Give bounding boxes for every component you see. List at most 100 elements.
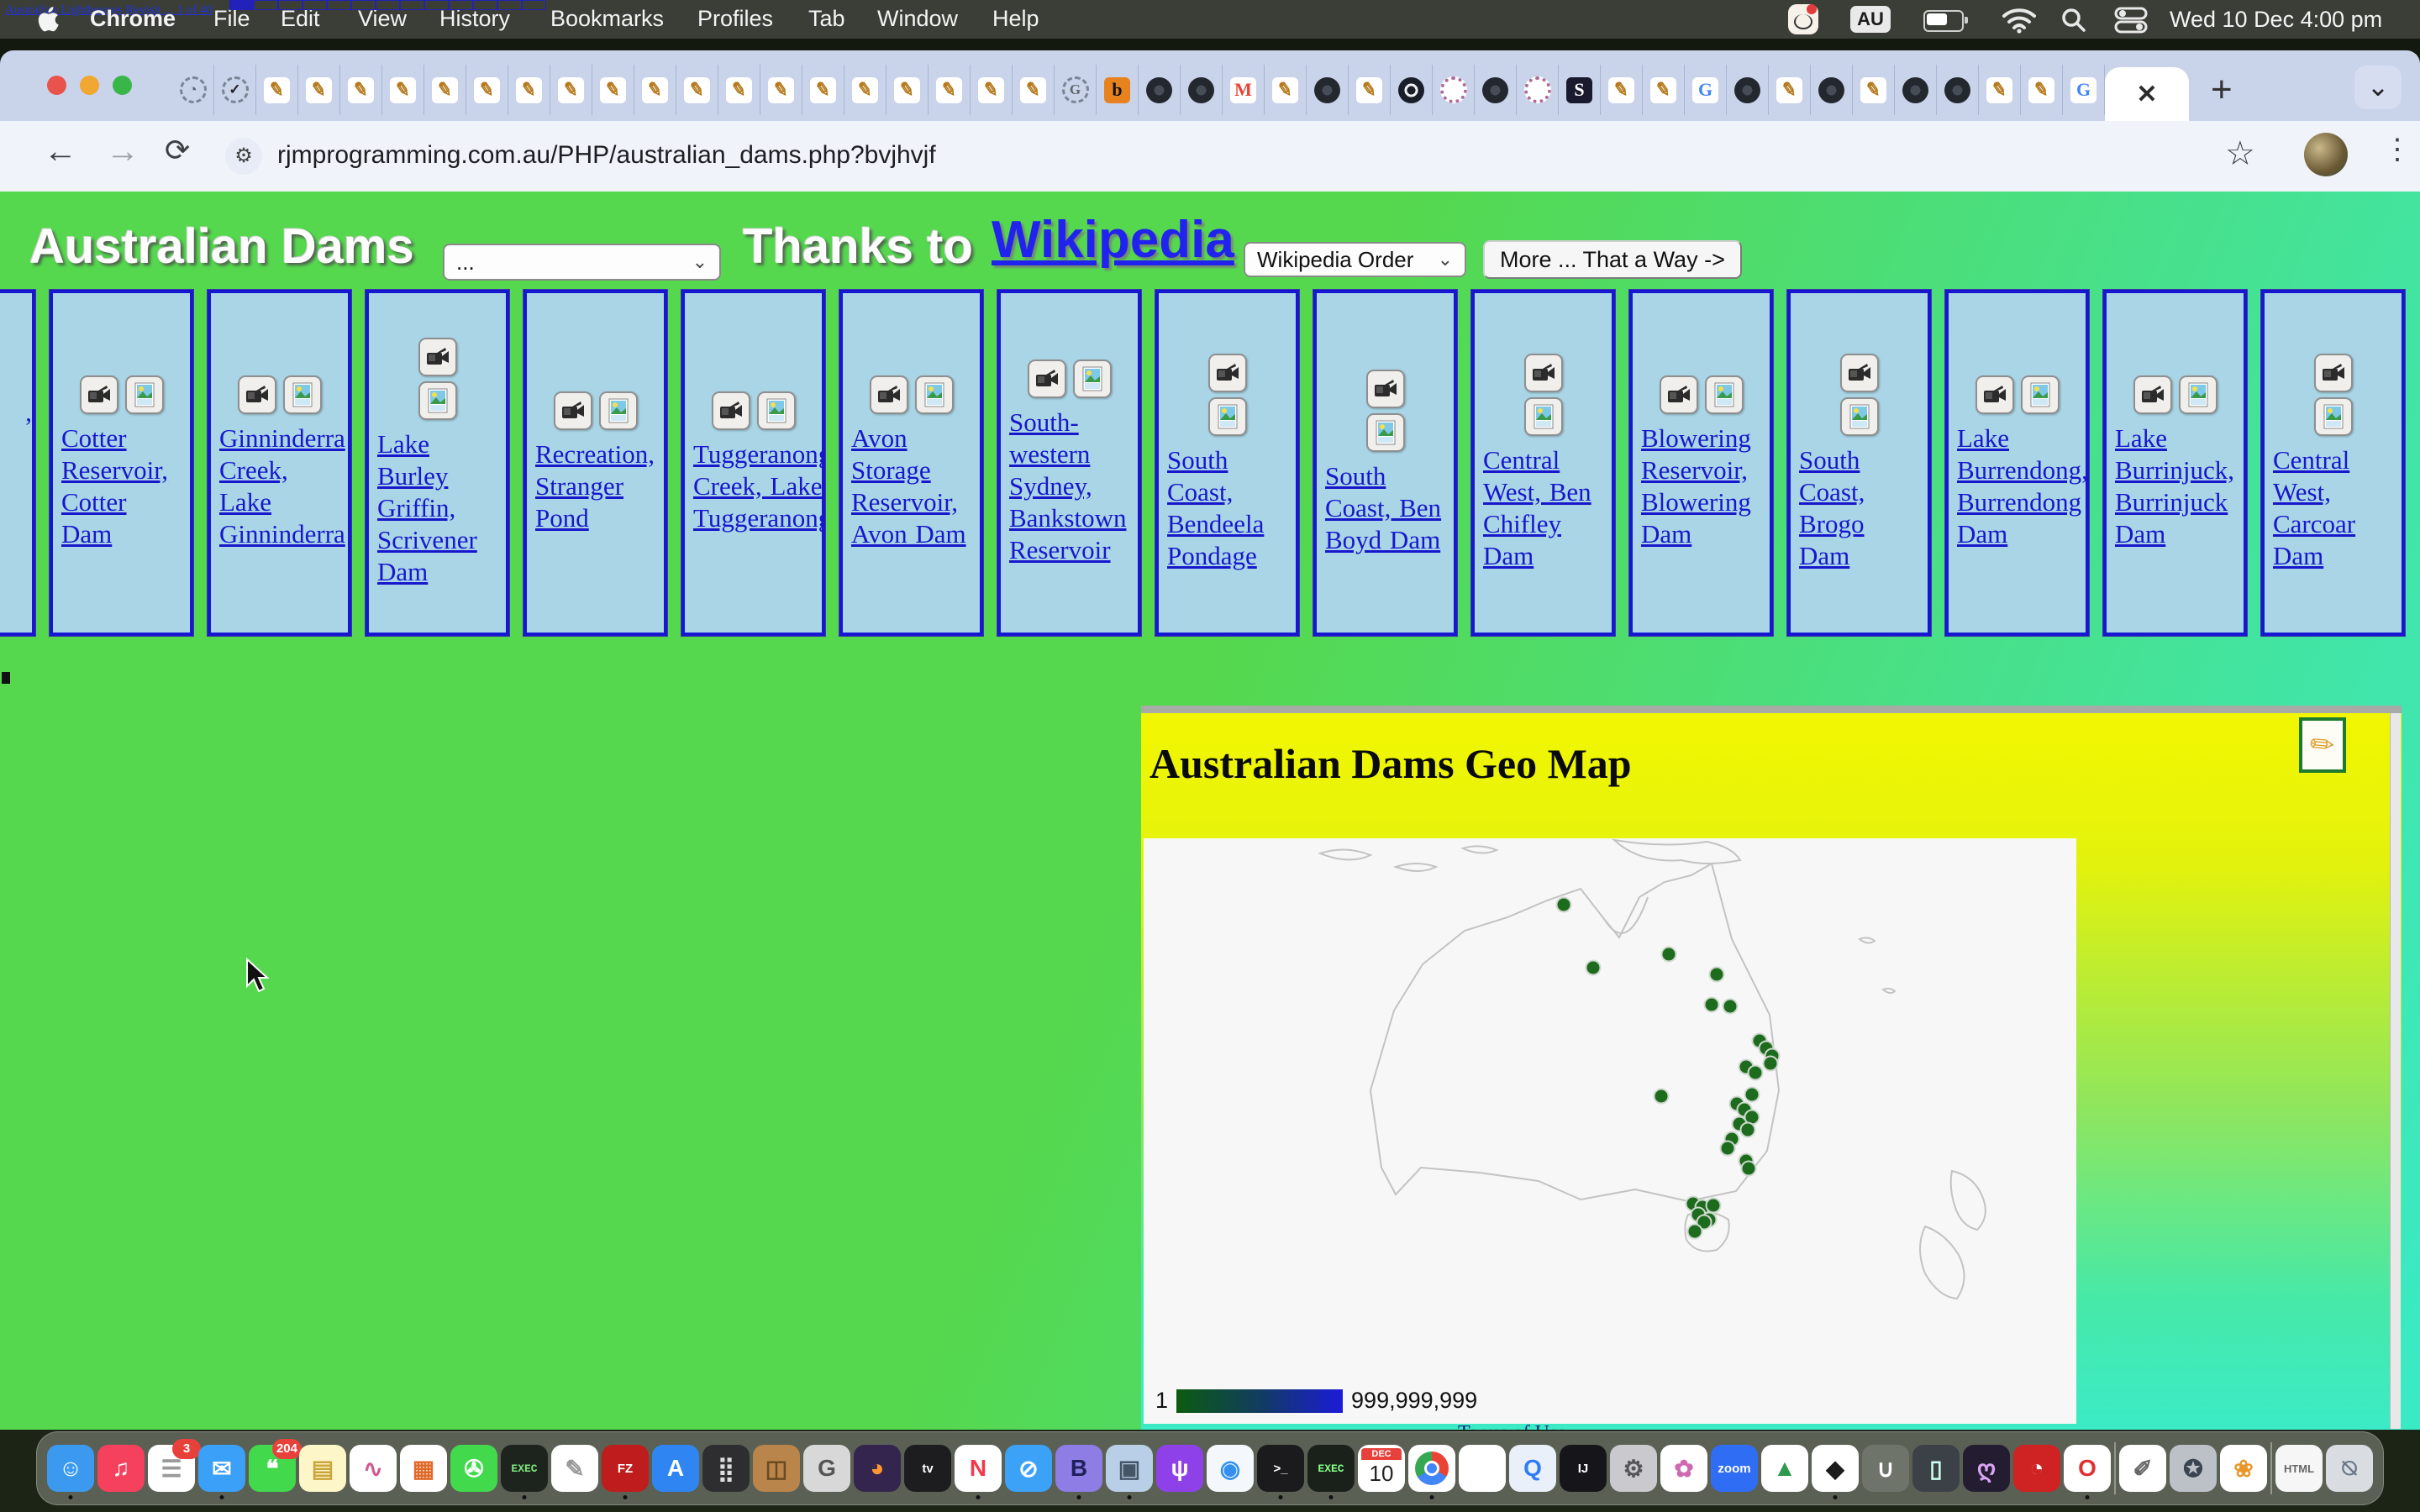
tab-google[interactable]: G xyxy=(2063,65,2105,115)
movie-camera-icon-button[interactable] xyxy=(238,375,276,414)
tab-pencil[interactable]: ✎ xyxy=(298,65,340,115)
dock-freeform[interactable]: ∿ xyxy=(350,1445,397,1492)
dock-settings[interactable]: ⚙ xyxy=(1610,1445,1657,1492)
tab-pencil[interactable]: ✎ xyxy=(2021,65,2063,115)
dock-intellij[interactable]: IJ xyxy=(1560,1445,1607,1492)
picture-icon-button[interactable] xyxy=(1840,397,1879,436)
picture-icon-button[interactable] xyxy=(1073,360,1112,398)
dam-link[interactable]: South Coast, Brogo Dam xyxy=(1791,444,1928,571)
dock-textedit[interactable]: ✎ xyxy=(551,1445,598,1492)
picture-icon-button[interactable] xyxy=(418,381,457,420)
dock-inkscape[interactable]: ◆ xyxy=(1812,1445,1859,1492)
dam-geo-dot[interactable] xyxy=(1741,1161,1757,1177)
dam-link[interactable]: Cotter Reservoir, Cotter Dam xyxy=(53,423,190,549)
dock-reminders[interactable]: ☰3 xyxy=(148,1445,195,1492)
dam-link[interactable]: Ginninderra Creek, Lake Ginninderra xyxy=(211,423,351,549)
picture-icon-button[interactable] xyxy=(2314,397,2353,436)
dam-geo-dot[interactable] xyxy=(1748,1064,1764,1080)
movie-camera-icon-button[interactable] xyxy=(1366,370,1405,408)
tab-pencil[interactable]: ✎ xyxy=(1769,65,1811,115)
dock-blank-file[interactable] xyxy=(1459,1445,1506,1492)
tab-dots[interactable] xyxy=(1433,65,1475,115)
tab-pencil[interactable]: ✎ xyxy=(424,65,466,115)
movie-camera-icon-button[interactable] xyxy=(1028,360,1066,398)
picture-icon-button[interactable] xyxy=(915,375,954,414)
dam-link[interactable]: Central West, Carcoar Dam xyxy=(2265,444,2402,571)
tab-dots[interactable] xyxy=(1517,65,1559,115)
map-panel-scrollbar[interactable] xyxy=(2390,713,2401,1429)
reload-button[interactable]: ⟳ xyxy=(165,133,190,168)
movie-camera-icon-button[interactable] xyxy=(2314,354,2353,392)
profile-avatar[interactable] xyxy=(2304,133,2348,176)
dock-podcasts[interactable]: ψ xyxy=(1156,1445,1203,1492)
input-source-badge[interactable]: AU xyxy=(1850,6,1891,33)
dock-facetime[interactable]: ✇ xyxy=(450,1445,497,1492)
picture-icon-button[interactable] xyxy=(125,375,164,414)
dam-geo-dot[interactable] xyxy=(1762,1056,1778,1072)
tab-pencil[interactable]: ✎ xyxy=(760,65,802,115)
dock-speedometer-app[interactable]: ◔ xyxy=(2013,1445,2060,1492)
tab-chrome-dark[interactable] xyxy=(1475,65,1517,115)
picture-icon-button[interactable] xyxy=(1705,375,1744,414)
search-icon[interactable] xyxy=(2060,7,2087,34)
dock-preview[interactable]: ▣ xyxy=(1106,1445,1153,1492)
dock-exec-terminal-2[interactable]: EXEC xyxy=(1307,1445,1355,1492)
dock-trash[interactable]: ⍉ xyxy=(2326,1445,2373,1492)
tab-pencil[interactable]: ✎ xyxy=(256,65,298,115)
window-minimize-button[interactable] xyxy=(80,76,99,95)
dam-geo-dot[interactable] xyxy=(1723,999,1739,1015)
dock-news[interactable]: N xyxy=(955,1445,1002,1492)
window-zoom-button[interactable] xyxy=(113,76,132,95)
tab-pencil[interactable]: ✎ xyxy=(1265,65,1307,115)
window-close-button[interactable] xyxy=(47,76,66,95)
address-bar-url[interactable]: rjmprogramming.com.au/PHP/australian_dam… xyxy=(277,141,936,170)
dock-music[interactable]: ♫ xyxy=(97,1445,145,1492)
movie-camera-icon-button[interactable] xyxy=(1524,354,1563,392)
dam-link[interactable]: South Coast, Bendeela Pondage xyxy=(1159,444,1296,571)
picture-icon-button[interactable] xyxy=(2021,375,2060,414)
dam-link[interactable]: Recreation, Stranger Pond xyxy=(527,438,664,533)
tab-substack[interactable]: S xyxy=(1559,65,1601,115)
dock-finder[interactable]: ☺ xyxy=(47,1445,94,1492)
dock-apple-tv[interactable]: tv xyxy=(904,1445,951,1492)
tab-pencil[interactable]: ✎ xyxy=(508,65,550,115)
tab-bing[interactable]: b xyxy=(1097,65,1139,115)
dam-geo-dot[interactable] xyxy=(1719,1140,1735,1156)
movie-camera-icon-button[interactable] xyxy=(554,391,592,430)
dock-launchpad[interactable]: ▦ xyxy=(400,1445,447,1492)
movie-camera-icon-button[interactable] xyxy=(1840,354,1879,392)
dock-pen-note-app[interactable]: ✐ xyxy=(2119,1445,2166,1492)
dock-brown-book-app[interactable]: ◫ xyxy=(753,1445,800,1492)
menu-item-chrome[interactable]: Chrome xyxy=(90,6,176,32)
picture-icon-button[interactable] xyxy=(599,391,638,430)
dock-gimp[interactable]: G xyxy=(803,1445,850,1492)
wikipedia-link[interactable]: Wikipedia xyxy=(992,210,1234,270)
tab-google[interactable]: G xyxy=(1685,65,1727,115)
dock-mail[interactable]: ✉ xyxy=(198,1445,245,1492)
dam-filter-select[interactable]: ...⌄ xyxy=(443,244,721,281)
tab-chrome-dark[interactable] xyxy=(1727,65,1769,115)
tab-clock-check[interactable]: ✓ xyxy=(214,65,256,115)
site-info-icon[interactable]: ⚙ xyxy=(225,138,262,175)
movie-camera-icon-button[interactable] xyxy=(1975,375,2014,414)
dock-tooth-shape-app[interactable]: ∪ xyxy=(1862,1445,1909,1492)
movie-camera-icon-button[interactable] xyxy=(1208,354,1247,392)
tab-chrome-dark[interactable] xyxy=(1811,65,1853,115)
tab-pencil[interactable]: ✎ xyxy=(550,65,592,115)
tab-google-dash[interactable]: G xyxy=(1055,65,1097,115)
dam-geo-dot[interactable] xyxy=(1660,947,1676,963)
tab-pencil[interactable]: ✎ xyxy=(971,65,1013,115)
tab-pencil[interactable]: ✎ xyxy=(634,65,676,115)
movie-camera-icon-button[interactable] xyxy=(712,391,750,430)
picture-icon-button[interactable] xyxy=(1366,413,1405,452)
more-that-a-way-button[interactable]: More ... That a Way -> xyxy=(1483,240,1742,279)
dam-geo-dot[interactable] xyxy=(1703,996,1719,1012)
tab-pencil[interactable]: ✎ xyxy=(886,65,929,115)
dock-terminal[interactable]: >_ xyxy=(1257,1445,1304,1492)
dam-link[interactable]: South Coast, Ben Boyd Dam xyxy=(1317,460,1454,555)
tab-pencil[interactable]: ✎ xyxy=(1601,65,1643,115)
tab-clock-dash[interactable]: ◔ xyxy=(172,65,214,115)
tab-pencil[interactable]: ✎ xyxy=(382,65,424,115)
menu-item-bookmarks[interactable]: Bookmarks xyxy=(550,6,664,32)
tab-pencil[interactable]: ✎ xyxy=(929,65,971,115)
